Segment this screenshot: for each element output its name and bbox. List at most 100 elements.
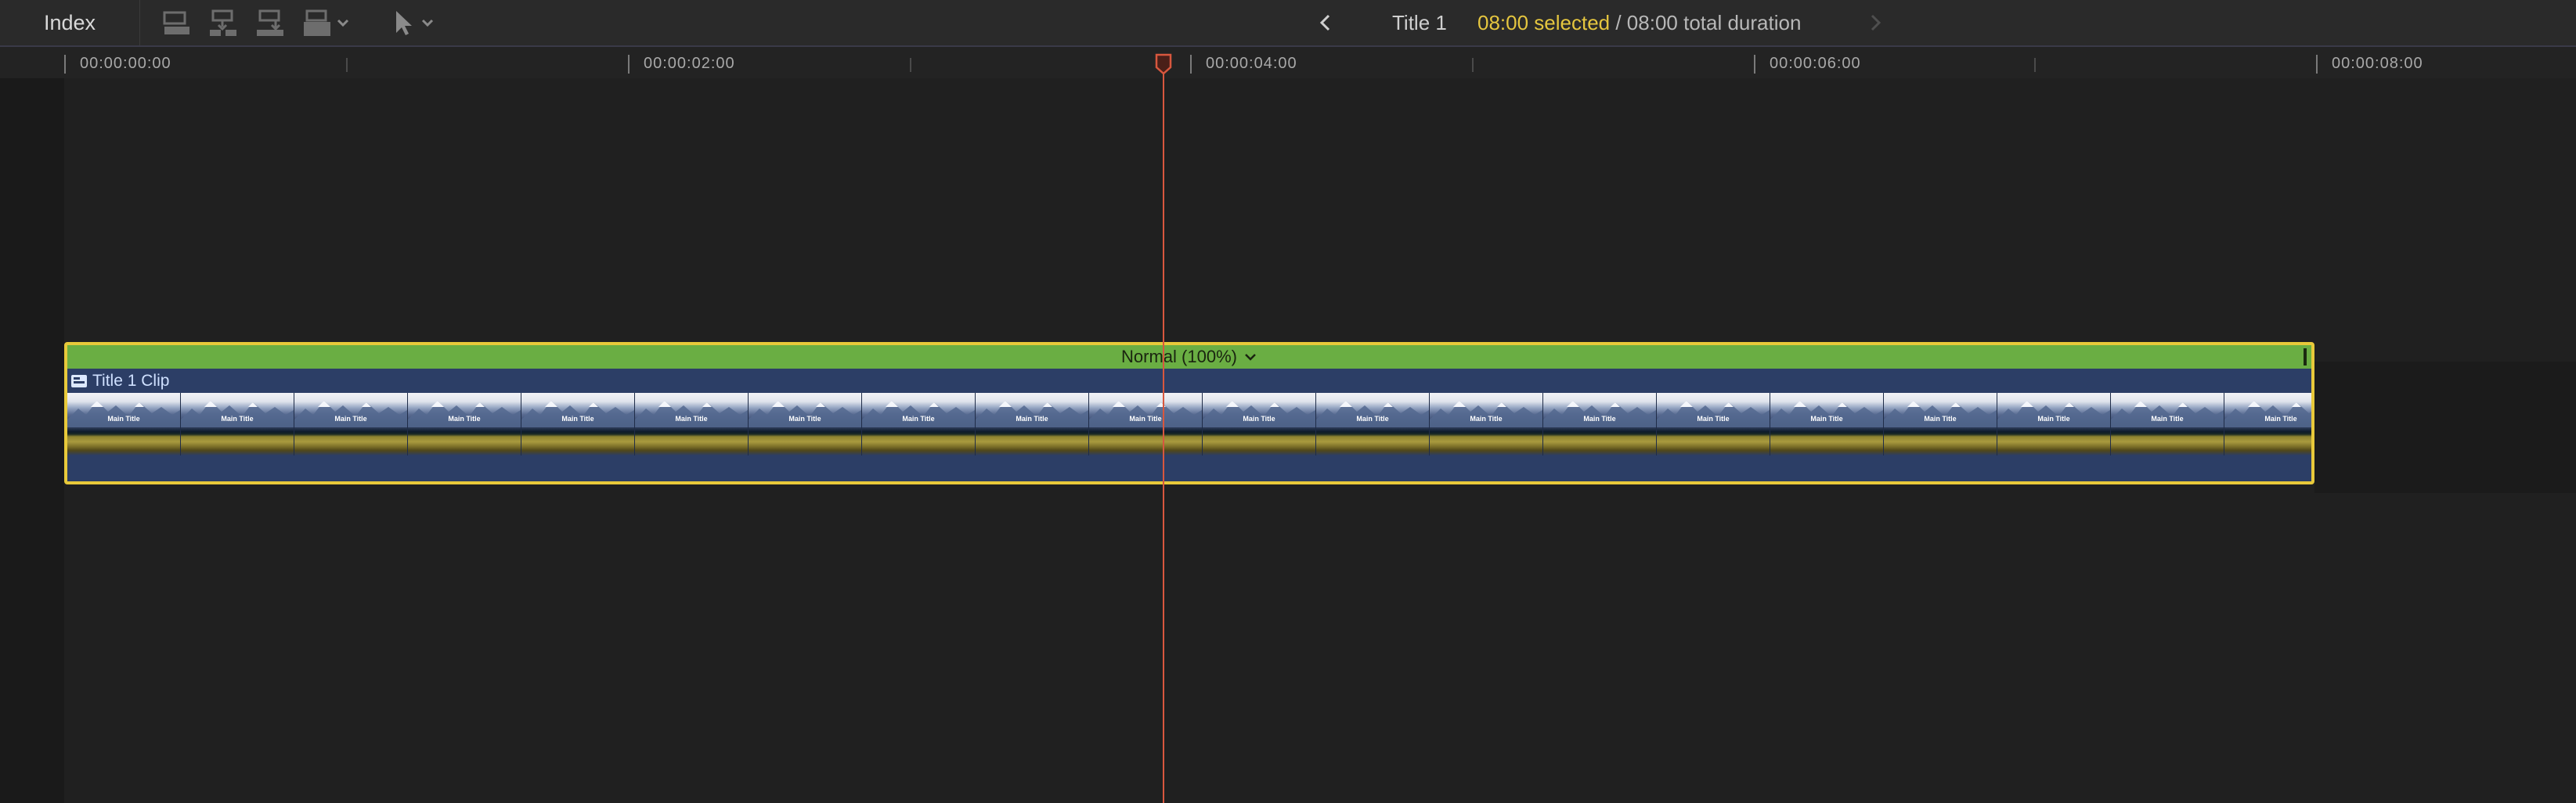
ruler-label: 00:00:06:00 [1770, 55, 1861, 72]
filmstrip-frame: Main Title [67, 393, 181, 456]
mountain-thumbnail-icon [1430, 396, 1542, 427]
speed-chevron-icon[interactable] [1243, 350, 1257, 364]
frame-caption: Main Title [675, 415, 708, 423]
mountain-thumbnail-icon [1997, 396, 2110, 427]
filmstrip-frame: Main Title [1316, 393, 1430, 456]
retime-handle[interactable] [2304, 348, 2307, 365]
ruler-tick [628, 55, 630, 74]
frame-caption: Main Title [2151, 415, 2184, 423]
mountain-thumbnail-icon [521, 396, 634, 427]
filmstrip-frame: Main Title [521, 393, 635, 456]
frame-caption: Main Title [334, 415, 367, 423]
mountain-thumbnail-icon [1203, 396, 1315, 427]
index-button[interactable]: Index [0, 0, 140, 45]
filmstrip-frame: Main Title [1997, 393, 2111, 456]
clip-name: Title 1 Clip [92, 372, 170, 390]
title-clip[interactable]: Normal (100%) Title 1 Clip Main Title Mai… [64, 342, 2314, 484]
mountain-thumbnail-icon [635, 396, 748, 427]
selected-duration: 08:00 selected [1477, 11, 1611, 34]
frame-caption: Main Title [902, 415, 935, 423]
ruler-tick [910, 58, 911, 72]
filmstrip-frame: Main Title [749, 393, 862, 456]
ruler-tick [64, 55, 66, 74]
speed-label: Normal (100%) [1121, 347, 1237, 366]
back-chevron-icon[interactable] [1314, 11, 1337, 34]
filmstrip-frame: Main Title [1657, 393, 1770, 456]
filmstrip-frame: Main Title [862, 393, 976, 456]
filmstrip-frame: Main Title [635, 393, 749, 456]
mountain-thumbnail-icon [1657, 396, 1770, 427]
ruler-tick [1190, 55, 1192, 74]
frame-caption: Main Title [1129, 415, 1162, 423]
frame-caption: Main Title [448, 415, 481, 423]
ruler-tick [1472, 58, 1474, 72]
frame-caption: Main Title [2037, 415, 2070, 423]
mountain-thumbnail-icon [408, 396, 521, 427]
ruler-label: 00:00:08:00 [2332, 55, 2423, 72]
clip-label-row: Title 1 Clip [67, 369, 2311, 393]
ruler-label: 00:00:00:00 [80, 55, 171, 72]
filmstrip-frame: Main Title [2111, 393, 2224, 456]
timeline-toolbar: Index Title 1 08:00 selected / 08:00 tot… [0, 0, 2576, 47]
connect-clip-icon[interactable] [254, 8, 288, 38]
mountain-thumbnail-icon [749, 396, 861, 427]
frame-caption: Main Title [1810, 415, 1843, 423]
frame-caption: Main Title [1924, 415, 1957, 423]
ruler-tick [2034, 58, 2036, 72]
filmstrip-frame: Main Title [408, 393, 521, 456]
mountain-thumbnail-icon [862, 396, 975, 427]
ruler-tick [1754, 55, 1755, 74]
timeline-app: Index Title 1 08:00 selected / 08:00 tot… [0, 0, 2576, 803]
mountain-thumbnail-icon [1316, 396, 1429, 427]
mountain-thumbnail-icon [1884, 396, 1997, 427]
frame-caption: Main Title [221, 415, 254, 423]
title-clip-icon [70, 373, 88, 389]
mountain-thumbnail-icon [976, 396, 1088, 427]
frame-caption: Main Title [107, 415, 140, 423]
edit-options-chevron-icon[interactable] [335, 15, 351, 31]
frame-caption: Main Title [1243, 415, 1275, 423]
mountain-thumbnail-icon [2224, 396, 2311, 427]
insert-clip-icon[interactable] [207, 8, 241, 38]
track-gutter [0, 78, 64, 803]
frame-caption: Main Title [1583, 415, 1616, 423]
tool-options-chevron-icon[interactable] [420, 15, 435, 31]
playhead-line [1163, 59, 1164, 803]
timecode-ruler[interactable]: 00:00:00:00 00:00:02:00 00:00:04:00 00:0… [0, 47, 2576, 78]
mountain-thumbnail-icon [1543, 396, 1656, 427]
duration-readout: 08:00 selected / 08:00 total duration [1477, 9, 1801, 37]
ruler-tick [2316, 55, 2318, 74]
filmstrip-frame: Main Title [1089, 393, 1203, 456]
primary-storyline-band [2314, 362, 2576, 493]
mountain-thumbnail-icon [1089, 396, 1202, 427]
filmstrip-frame: Main Title [1884, 393, 1997, 456]
ruler-label: 00:00:02:00 [644, 55, 735, 72]
filmstrip-frame: Main Title [1770, 393, 1884, 456]
total-duration: / 08:00 total duration [1610, 11, 1802, 34]
frame-caption: Main Title [1470, 415, 1503, 423]
frame-caption: Main Title [1356, 415, 1389, 423]
mountain-thumbnail-icon [1770, 396, 1883, 427]
frame-caption: Main Title [1016, 415, 1048, 423]
filmstrip-frame: Main Title [1203, 393, 1316, 456]
ruler-label: 00:00:04:00 [1206, 55, 1297, 72]
filmstrip-frame: Main Title [1430, 393, 1543, 456]
append-clip-icon[interactable] [160, 8, 194, 38]
frame-caption: Main Title [2264, 415, 2297, 423]
mountain-thumbnail-icon [294, 396, 407, 427]
frame-caption: Main Title [1697, 415, 1730, 423]
filmstrip-frame: Main Title [2224, 393, 2311, 456]
retime-bar[interactable]: Normal (100%) [67, 345, 2311, 369]
frame-caption: Main Title [788, 415, 821, 423]
forward-chevron-icon[interactable] [1863, 11, 1887, 34]
overwrite-clip-icon[interactable] [301, 8, 335, 38]
playhead-icon[interactable] [1154, 53, 1173, 75]
filmstrip-frame: Main Title [294, 393, 408, 456]
project-title: Title 1 [1392, 11, 1447, 34]
filmstrip-frame: Main Title [1543, 393, 1657, 456]
select-tool-icon[interactable] [388, 8, 423, 38]
mountain-thumbnail-icon [67, 396, 180, 427]
filmstrip-frame: Main Title [181, 393, 294, 456]
mountain-thumbnail-icon [2111, 396, 2224, 427]
mountain-thumbnail-icon [181, 396, 294, 427]
